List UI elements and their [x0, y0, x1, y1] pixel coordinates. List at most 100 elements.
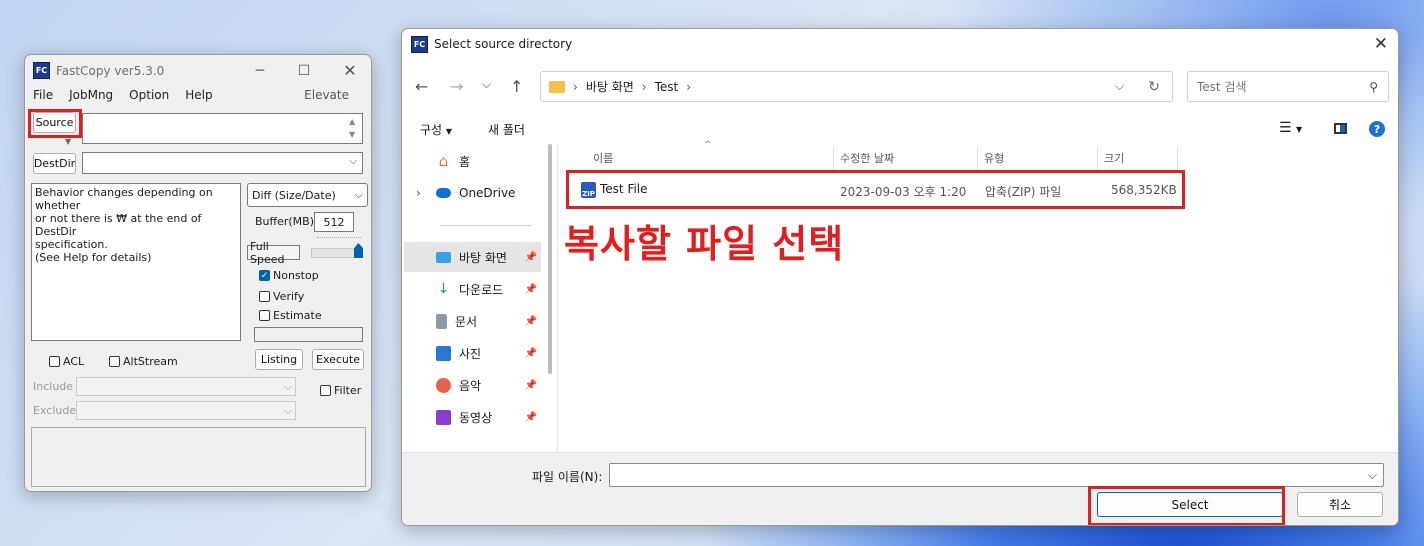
nav-item-pictures[interactable]: 사진 📌 — [404, 338, 541, 368]
nav-item-music[interactable]: 음악 📌 — [404, 370, 541, 400]
maximize-button[interactable]: ☐ — [281, 55, 327, 86]
chevron-down-icon[interactable]: ⌵ — [1368, 468, 1377, 483]
pin-icon[interactable]: 📌 — [525, 348, 537, 359]
pane-divider — [557, 144, 558, 452]
search-input[interactable]: Test 검색 ⚲ — [1187, 71, 1389, 102]
search-placeholder: Test 검색 — [1197, 80, 1247, 94]
chevron-down-icon: ⌵ — [354, 188, 363, 201]
nav-item-videos[interactable]: 동영상 📌 — [404, 402, 541, 432]
nav-item-documents[interactable]: 문서 📌 — [404, 306, 541, 336]
listing-button[interactable]: Listing — [255, 349, 303, 370]
nav-scrollbar[interactable] — [548, 144, 552, 374]
breadcrumb-separator-icon: › — [686, 79, 692, 94]
destdir-button[interactable]: DestDir — [33, 153, 76, 174]
nav-item-home[interactable]: ⌂ 홈 — [404, 146, 541, 176]
chevron-down-icon: ⌵ — [283, 404, 292, 417]
filter-checkbox[interactable] — [320, 385, 331, 396]
navigation-pane: ⌂ 홈 › OneDrive 바탕 화면 📌 ↓ 다운로드 📌 문서 📌 사진 📌 음악 📌 … — [402, 144, 542, 452]
nonstop-checkbox[interactable]: ✓ — [259, 270, 270, 281]
source-scroll-arrows[interactable]: ▲ ▼ — [349, 115, 355, 141]
pin-icon[interactable]: 📌 — [525, 380, 537, 391]
menu-file[interactable]: File — [33, 88, 53, 102]
progress-bar — [254, 327, 363, 342]
buffer-input[interactable]: 512 — [314, 212, 354, 232]
address-bar[interactable]: › 바탕 화면 › Test › ⌵ ↻ — [540, 71, 1173, 102]
folder-icon — [549, 80, 565, 93]
column-header-size[interactable]: 크기 — [1098, 146, 1178, 170]
menu-jobmng[interactable]: JobMng — [69, 88, 113, 102]
help-icon[interactable]: ? — [1369, 121, 1385, 137]
file-highlight — [566, 170, 1185, 209]
new-folder-button[interactable]: 새 폴더 — [488, 121, 525, 138]
view-options-icon[interactable]: ☰ ▼ — [1279, 120, 1302, 136]
nav-item-desktop[interactable]: 바탕 화면 📌 — [404, 242, 541, 272]
filename-input[interactable]: ⌵ — [609, 463, 1384, 487]
up-arrow-icon[interactable]: ↑ — [510, 77, 523, 96]
cancel-button[interactable]: 취소 — [1297, 492, 1383, 517]
speed-slider-track[interactable] — [311, 243, 363, 258]
back-arrow-icon[interactable]: ← — [415, 77, 428, 96]
verify-label: Verify — [273, 290, 305, 303]
fastcopy-app-icon: FC — [33, 62, 50, 79]
fastcopy-title: FastCopy ver5.3.0 — [56, 63, 165, 78]
minimize-button[interactable]: ─ — [237, 55, 283, 86]
copy-mode-select[interactable]: Diff (Size/Date) ⌵ — [247, 183, 368, 207]
description-line: specification. — [35, 238, 108, 251]
onedrive-icon — [436, 188, 451, 198]
verify-checkbox[interactable] — [259, 291, 270, 302]
document-icon — [436, 313, 447, 329]
description-line: Behavior changes depending on whether — [35, 186, 213, 212]
estimate-checkbox[interactable] — [259, 310, 270, 321]
status-log — [31, 427, 366, 487]
video-icon — [436, 409, 451, 425]
destdir-input[interactable]: ⌵ — [82, 152, 363, 174]
menu-option[interactable]: Option — [129, 88, 169, 102]
speed-label: Full Speed — [247, 240, 300, 266]
close-button[interactable]: ✕ — [327, 55, 371, 86]
include-input[interactable]: ⌵ — [76, 377, 296, 396]
acl-checkbox[interactable] — [49, 356, 60, 367]
recent-dropdown-icon[interactable]: ⌵ — [482, 77, 491, 92]
exclude-input[interactable]: ⌵ — [76, 401, 296, 420]
menu-elevate[interactable]: Elevate — [304, 88, 349, 102]
speed-slider-thumb[interactable] — [354, 243, 363, 258]
pin-icon[interactable]: 📌 — [525, 412, 537, 423]
annotation-text: 복사할 파일 선택 — [564, 222, 845, 266]
source-path-input[interactable] — [82, 113, 363, 144]
refresh-icon[interactable]: ↻ — [1148, 79, 1160, 95]
pin-icon[interactable]: 📌 — [525, 252, 537, 263]
menu-help[interactable]: Help — [185, 88, 212, 102]
preview-pane-icon[interactable] — [1334, 123, 1347, 134]
music-icon — [436, 377, 451, 393]
breadcrumb-desktop[interactable]: 바탕 화면 — [586, 78, 634, 95]
dialog-close-button[interactable]: ✕ — [1374, 34, 1388, 54]
estimate-label: Estimate — [273, 309, 322, 322]
buffer-label: Buffer(MB) — [255, 215, 315, 228]
column-header-date[interactable]: 수정한 날짜 — [834, 146, 978, 170]
column-header-type[interactable]: 유형 — [978, 146, 1098, 170]
breadcrumb-test[interactable]: Test — [655, 80, 679, 94]
altstream-label: AltStream — [123, 355, 178, 368]
desktop-icon — [436, 251, 451, 263]
source-expand-icon[interactable]: ▼ — [65, 137, 71, 146]
home-icon: ⌂ — [438, 152, 449, 170]
execute-button[interactable]: Execute — [312, 349, 364, 370]
organize-button[interactable]: 구성 ▼ — [420, 121, 452, 138]
nav-item-onedrive[interactable]: › OneDrive — [404, 178, 541, 208]
fastcopy-app-icon: FC — [411, 35, 428, 53]
expand-chevron-icon[interactable]: › — [416, 186, 421, 200]
dialog-footer: 파일 이름(N): ⌵ Select 취소 — [402, 452, 1398, 525]
chevron-down-icon: ⌵ — [283, 380, 292, 393]
address-dropdown-icon[interactable]: ⌵ — [1115, 79, 1124, 94]
forward-arrow-icon[interactable]: → — [450, 77, 463, 96]
description-line: or not there is ₩ at the end of DestDir — [35, 212, 202, 238]
nav-item-downloads[interactable]: ↓ 다운로드 📌 — [404, 274, 541, 304]
altstream-checkbox[interactable] — [109, 356, 120, 367]
source-highlight — [28, 109, 82, 138]
acl-label: ACL — [63, 355, 85, 368]
column-header-name[interactable]: 이름 — [587, 146, 834, 170]
pin-icon[interactable]: 📌 — [525, 284, 537, 295]
destdir-dropdown-icon[interactable]: ⌵ — [349, 156, 357, 167]
pin-icon[interactable]: 📌 — [525, 316, 537, 327]
dialog-titlebar: FC Select source directory — [402, 29, 1398, 59]
